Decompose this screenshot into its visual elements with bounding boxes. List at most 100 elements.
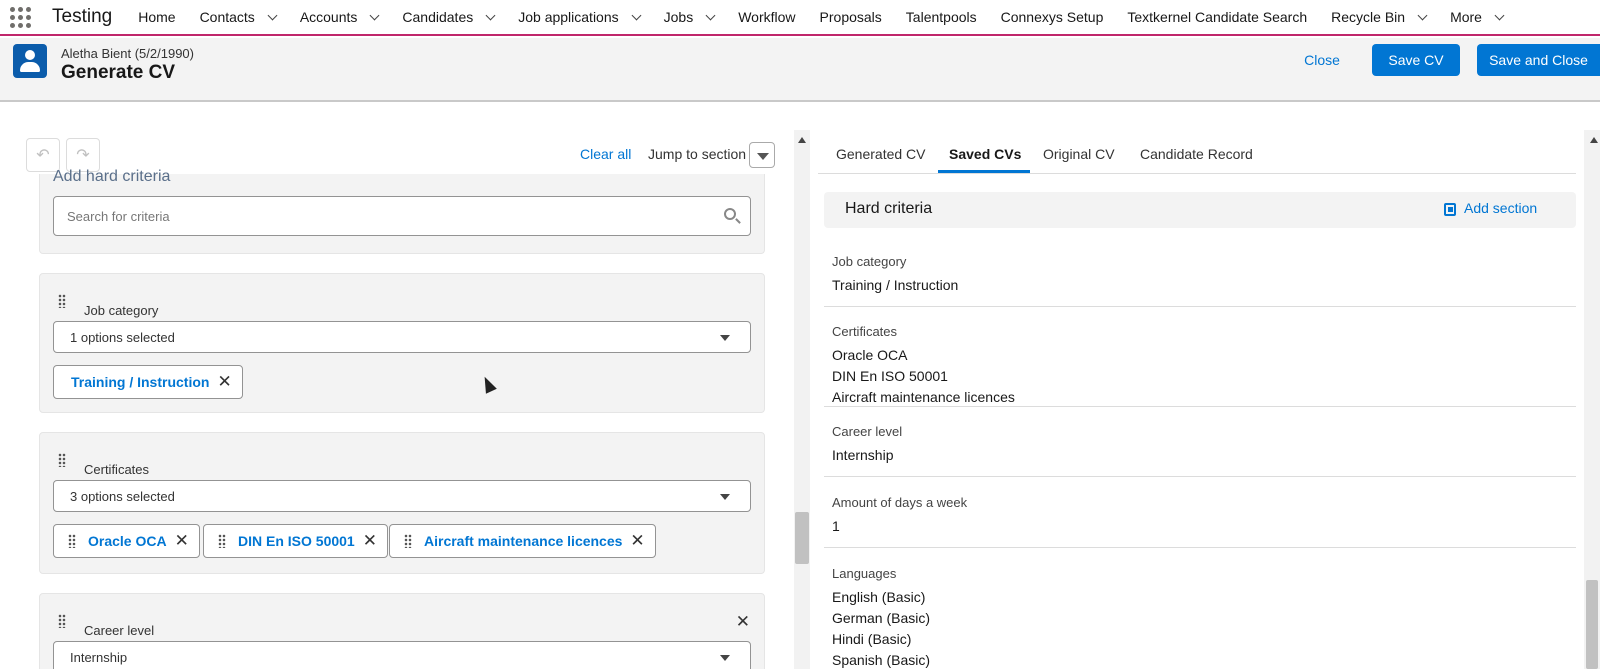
divider bbox=[824, 547, 1576, 548]
search-placeholder: Search for criteria bbox=[67, 208, 170, 224]
undo-button[interactable]: ↶ bbox=[26, 138, 60, 172]
nav-item-label: Proposals bbox=[819, 9, 882, 25]
record-subtitle: Aletha Bient (5/2/1990) bbox=[61, 46, 194, 61]
field-value-certificate: Oracle OCA bbox=[832, 347, 908, 363]
field-value-job-category: Training / Instruction bbox=[832, 277, 959, 293]
remove-section-icon[interactable]: ✕ bbox=[736, 612, 750, 632]
remove-icon[interactable]: ✕ bbox=[175, 531, 189, 551]
nav-item-contacts[interactable]: Contacts bbox=[199, 9, 278, 25]
nav-item-jobs[interactable]: Jobs bbox=[663, 9, 716, 25]
section-title: Hard criteria bbox=[845, 200, 933, 217]
field-value-days-a-week: 1 bbox=[832, 518, 840, 534]
nav-item-label: Candidates bbox=[402, 9, 474, 25]
nav-item-proposals[interactable]: Proposals bbox=[820, 9, 882, 25]
criteria-search-input[interactable]: Search for criteria bbox=[53, 196, 751, 236]
chevron-down-icon[interactable] bbox=[1494, 10, 1505, 20]
add-section-button[interactable]: Add section bbox=[1464, 200, 1537, 216]
nav-item-label: Workflow bbox=[738, 9, 796, 25]
job-category-combobox[interactable]: 1 options selected bbox=[53, 321, 751, 353]
nav-item-label: Contacts bbox=[199, 9, 255, 25]
chevron-down-icon[interactable] bbox=[369, 10, 380, 20]
tab-candidate-record[interactable]: Candidate Record bbox=[1140, 146, 1253, 162]
field-label-job-category: Job category bbox=[832, 254, 907, 269]
nav-item-job-applications[interactable]: Job applications bbox=[518, 9, 642, 25]
job-category-selection: 1 options selected bbox=[70, 329, 175, 345]
field-label-days-a-week: Amount of days a week bbox=[832, 495, 968, 510]
career-level-combobox[interactable]: Internship bbox=[53, 641, 751, 669]
app-launcher-icon[interactable] bbox=[8, 5, 32, 29]
field-value-language: German (Basic) bbox=[832, 610, 931, 626]
chevron-down-icon[interactable] bbox=[267, 10, 278, 20]
nav-item-more[interactable]: More bbox=[1450, 9, 1505, 25]
certificates-label: Certificates bbox=[84, 462, 150, 477]
nav-item-talentpools[interactable]: Talentpools bbox=[906, 9, 977, 25]
field-value-career-level: Internship bbox=[832, 447, 894, 463]
undo-icon: ↶ bbox=[36, 147, 50, 164]
field-label-certificates: Certificates bbox=[832, 324, 898, 339]
drag-handle-icon[interactable] bbox=[58, 294, 66, 308]
field-label-languages: Languages bbox=[832, 566, 897, 581]
drag-handle-icon[interactable] bbox=[404, 534, 412, 548]
cv-editor-pane: ↶ ↷ Clear all Jump to section Add hard c… bbox=[0, 104, 776, 669]
pill-label: Oracle OCA bbox=[88, 533, 167, 549]
field-value-language: English (Basic) bbox=[832, 589, 926, 605]
pill-training-instruction: Training / Instruction ✕ bbox=[53, 365, 243, 399]
remove-icon[interactable]: ✕ bbox=[363, 531, 377, 551]
close-button[interactable]: Close bbox=[1296, 44, 1348, 76]
nav-item-label: Job applications bbox=[518, 9, 619, 25]
nav-item-label: Recycle Bin bbox=[1331, 9, 1406, 25]
remove-icon[interactable]: ✕ bbox=[630, 531, 644, 551]
cv-preview-pane: Generated CV Saved CVs Original CV Candi… bbox=[818, 130, 1582, 669]
certificates-selection: 3 options selected bbox=[70, 488, 175, 504]
field-label-career-level: Career level bbox=[832, 424, 903, 439]
pill-label: DIN En ISO 50001 bbox=[238, 533, 355, 549]
drag-handle-icon[interactable] bbox=[68, 534, 76, 548]
search-icon bbox=[724, 208, 736, 220]
nav-item-label: Home bbox=[138, 9, 176, 25]
nav-item-recycle-bin[interactable]: Recycle Bin bbox=[1331, 9, 1428, 25]
chevron-down-icon[interactable] bbox=[631, 10, 642, 20]
nav-item-label: Textkernel Candidate Search bbox=[1127, 9, 1308, 25]
record-header: Aletha Bient (5/2/1990) Generate CV Clos… bbox=[0, 38, 1600, 102]
save-cv-button[interactable]: Save CV bbox=[1372, 44, 1460, 76]
divider bbox=[824, 406, 1576, 407]
drag-handle-icon[interactable] bbox=[58, 453, 66, 467]
divider bbox=[824, 476, 1576, 477]
jump-to-section-dropdown[interactable] bbox=[749, 142, 775, 168]
preview-scrollbar-thumb[interactable] bbox=[1586, 580, 1598, 669]
nav-item-textkernel-candidate-search[interactable]: Textkernel Candidate Search bbox=[1127, 9, 1307, 25]
nav-item-accounts[interactable]: Accounts bbox=[300, 9, 380, 25]
nav-item-workflow[interactable]: Workflow bbox=[738, 9, 795, 25]
drag-handle-icon[interactable] bbox=[218, 534, 226, 548]
preview-tabs: Generated CV Saved CVs Original CV Candi… bbox=[818, 130, 1576, 174]
pill-aircraft-maintenance-licences: Aircraft maintenance licences ✕ bbox=[389, 524, 656, 558]
nav-item-home[interactable]: Home bbox=[138, 9, 175, 25]
certificates-combobox[interactable]: 3 options selected bbox=[53, 480, 751, 512]
chevron-down-icon[interactable] bbox=[1417, 10, 1428, 20]
field-value-certificate: Aircraft maintenance licences bbox=[832, 389, 1015, 405]
editor-scrollbar[interactable] bbox=[794, 130, 810, 669]
field-value-language: Hindi (Basic) bbox=[832, 631, 912, 647]
contact-icon bbox=[13, 44, 47, 78]
field-value-language: Spanish (Basic) bbox=[832, 652, 931, 668]
active-tab-indicator bbox=[938, 170, 1030, 173]
app-name: Testing bbox=[52, 6, 113, 27]
save-and-close-button[interactable]: Save and Close bbox=[1477, 44, 1600, 76]
chevron-down-icon[interactable] bbox=[485, 10, 496, 20]
tab-generated-cv[interactable]: Generated CV bbox=[836, 146, 926, 162]
tab-original-cv[interactable]: Original CV bbox=[1043, 146, 1115, 162]
clear-all-link[interactable]: Clear all bbox=[580, 146, 631, 162]
editor-scrollbar-thumb[interactable] bbox=[795, 512, 809, 564]
nav-item-connexys-setup[interactable]: Connexys Setup bbox=[1001, 9, 1104, 25]
tab-saved-cvs[interactable]: Saved CVs bbox=[949, 146, 1021, 162]
nav-item-candidates[interactable]: Candidates bbox=[402, 9, 496, 25]
remove-icon[interactable]: ✕ bbox=[217, 372, 231, 392]
drag-handle-icon[interactable] bbox=[58, 614, 66, 628]
scroll-up-icon[interactable] bbox=[798, 137, 806, 143]
scroll-up-icon[interactable] bbox=[1590, 137, 1598, 143]
nav-item-label: Jobs bbox=[663, 9, 694, 25]
certificates-card: Certificates 3 options selected Oracle O… bbox=[39, 432, 765, 574]
redo-button[interactable]: ↷ bbox=[66, 138, 100, 172]
chevron-down-icon[interactable] bbox=[705, 10, 716, 20]
field-value-certificate: DIN En ISO 50001 bbox=[832, 368, 948, 384]
